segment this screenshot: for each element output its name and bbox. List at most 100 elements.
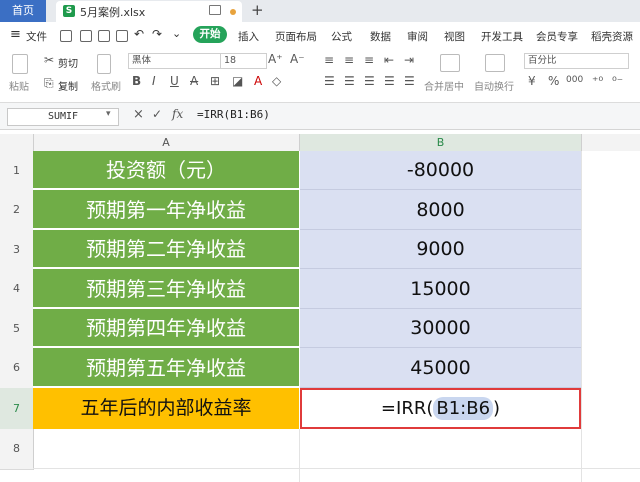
select-all-corner[interactable] (0, 134, 34, 151)
cell-a7[interactable]: 五年后的内部收益率 (33, 388, 299, 429)
bold-icon[interactable]: B (132, 74, 141, 88)
home-tab[interactable]: 首页 (0, 0, 46, 22)
column-divider (581, 134, 582, 151)
menu-member[interactable]: 会员专享 (536, 29, 578, 44)
distributed-icon[interactable]: ☰ (404, 74, 415, 88)
undo-icon[interactable]: ↶ (134, 27, 144, 41)
underline-icon[interactable]: U (170, 74, 179, 88)
save-icon[interactable] (60, 30, 72, 42)
print-preview-icon[interactable] (116, 30, 128, 42)
align-right-icon[interactable]: ☰ (364, 74, 375, 88)
confirm-icon[interactable]: ✓ (152, 107, 162, 121)
cell-b1[interactable]: -80000 (300, 151, 581, 190)
format-painter-button[interactable]: 格式刷 (91, 78, 121, 93)
wrap-text-icon[interactable] (485, 54, 505, 72)
decrease-font-icon[interactable]: A⁻ (290, 52, 305, 66)
font-color-icon[interactable]: A (254, 74, 262, 88)
cell-b5[interactable]: 30000 (300, 309, 581, 348)
new-tab-button[interactable]: + (251, 1, 264, 19)
cell-b2[interactable]: 8000 (300, 190, 581, 230)
percent-icon[interactable]: % (548, 74, 559, 88)
row-header-6[interactable]: 6 (0, 348, 34, 389)
tab-start[interactable]: 开始 (193, 26, 227, 43)
clear-format-icon[interactable]: ◇ (272, 74, 281, 88)
scissors-icon: ✂ (44, 53, 55, 67)
tab-bar: 首页 S 5月案例.xlsx + (0, 0, 640, 22)
format-painter-icon[interactable] (97, 54, 111, 74)
name-box[interactable]: SUMIF (7, 108, 119, 126)
quick-access-dropdown-icon[interactable]: ⌄ (172, 27, 181, 40)
menu-docer[interactable]: 稻壳资源 (591, 29, 633, 44)
row-header-1[interactable]: 1 (0, 151, 34, 191)
copy-button[interactable]: 复制 (58, 78, 78, 93)
menu-data[interactable]: 数据 (370, 29, 391, 44)
indent-increase-icon[interactable]: ⇥ (404, 53, 414, 67)
justify-icon[interactable]: ☰ (384, 74, 395, 88)
grid-line (299, 429, 300, 482)
row-header-2[interactable]: 2 (0, 190, 34, 231)
menu-review[interactable]: 审阅 (407, 29, 428, 44)
cell-b4[interactable]: 15000 (300, 269, 581, 309)
cell-a6[interactable]: 预期第五年净收益 (33, 348, 299, 388)
merge-center-button[interactable]: 合并居中 (424, 78, 464, 93)
menu-file[interactable]: 文件 (26, 29, 47, 44)
menu-developer[interactable]: 开发工具 (481, 29, 523, 44)
font-name-select[interactable]: 黑体 (128, 53, 221, 69)
indent-decrease-icon[interactable]: ⇤ (384, 53, 394, 67)
cut-button[interactable]: 剪切 (58, 55, 78, 70)
file-tab-title: 5月案例.xlsx (80, 6, 146, 19)
row-header-7[interactable]: 7 (0, 388, 34, 430)
monitor-icon[interactable] (209, 5, 221, 15)
file-tab[interactable]: S 5月案例.xlsx (56, 1, 242, 22)
redo-icon[interactable]: ↷ (152, 27, 162, 41)
cell-b3[interactable]: 9000 (300, 230, 581, 269)
align-bottom-icon[interactable]: ≡ (364, 53, 374, 67)
increase-font-icon[interactable]: A⁺ (268, 52, 283, 66)
cell-a1[interactable]: 投资额（元） (33, 151, 299, 190)
font-size-select[interactable]: 18 (220, 53, 267, 69)
fill-color-icon[interactable]: ◪ (232, 74, 243, 88)
border-icon[interactable]: ⊞ (210, 74, 220, 88)
cell-b7-editing[interactable]: =IRR(B1:B6) (300, 388, 581, 429)
hamburger-icon[interactable]: ≡ (10, 27, 21, 42)
export-pdf-icon[interactable] (80, 30, 92, 42)
decrease-decimal-icon[interactable]: ⁰⁻ (612, 74, 623, 88)
row-header-4[interactable]: 4 (0, 269, 34, 310)
number-format-select[interactable]: 百分比 (524, 53, 629, 69)
menu-formulas[interactable]: 公式 (331, 29, 352, 44)
row-header-3[interactable]: 3 (0, 230, 34, 270)
align-top-icon[interactable]: ≡ (324, 53, 334, 67)
cell-a5[interactable]: 预期第四年净收益 (33, 309, 299, 348)
align-center-icon[interactable]: ☰ (344, 74, 355, 88)
increase-decimal-icon[interactable]: ⁺⁰ (592, 74, 603, 88)
cancel-icon[interactable]: × (133, 107, 144, 122)
column-header-row: A B (0, 134, 640, 153)
italic-icon[interactable]: I (152, 74, 156, 88)
menu-view[interactable]: 视图 (444, 29, 465, 44)
merge-center-icon[interactable] (440, 54, 460, 72)
paste-icon[interactable] (12, 54, 28, 74)
align-left-icon[interactable]: ☰ (324, 74, 335, 88)
range-reference-highlight[interactable]: B1:B6 (433, 397, 494, 420)
cell-b6[interactable]: 45000 (300, 348, 581, 388)
cell-a2[interactable]: 预期第一年净收益 (33, 190, 299, 230)
ribbon: 粘贴 ✂ 剪切 ⎘ 复制 格式刷 黑体 18 A⁺ A⁻ B I U A ⊞ ◪… (0, 48, 640, 103)
row-header-5[interactable]: 5 (0, 309, 34, 349)
row-header-8[interactable]: 8 (0, 429, 34, 470)
thousands-separator-icon[interactable]: 000 (566, 75, 583, 85)
paste-button[interactable]: 粘贴 (9, 78, 29, 93)
currency-icon[interactable]: ¥ (528, 74, 536, 88)
strikethrough-icon[interactable]: A (190, 74, 198, 88)
cell-a4[interactable]: 预期第三年净收益 (33, 269, 299, 309)
formula-bar: SUMIF ▾ × ✓ fx =IRR(B1:B6) (0, 103, 640, 130)
menu-insert[interactable]: 插入 (238, 29, 259, 44)
insert-function-icon[interactable]: fx (172, 107, 183, 121)
wrap-text-button[interactable]: 自动换行 (474, 78, 514, 93)
column-header-a[interactable]: A (33, 134, 300, 151)
align-middle-icon[interactable]: ≡ (344, 53, 354, 67)
name-box-dropdown-icon[interactable]: ▾ (106, 109, 111, 119)
formula-input[interactable]: =IRR(B1:B6) (197, 108, 270, 121)
cell-a3[interactable]: 预期第二年净收益 (33, 230, 299, 269)
menu-page-layout[interactable]: 页面布局 (275, 29, 317, 44)
print-icon[interactable] (98, 30, 110, 42)
